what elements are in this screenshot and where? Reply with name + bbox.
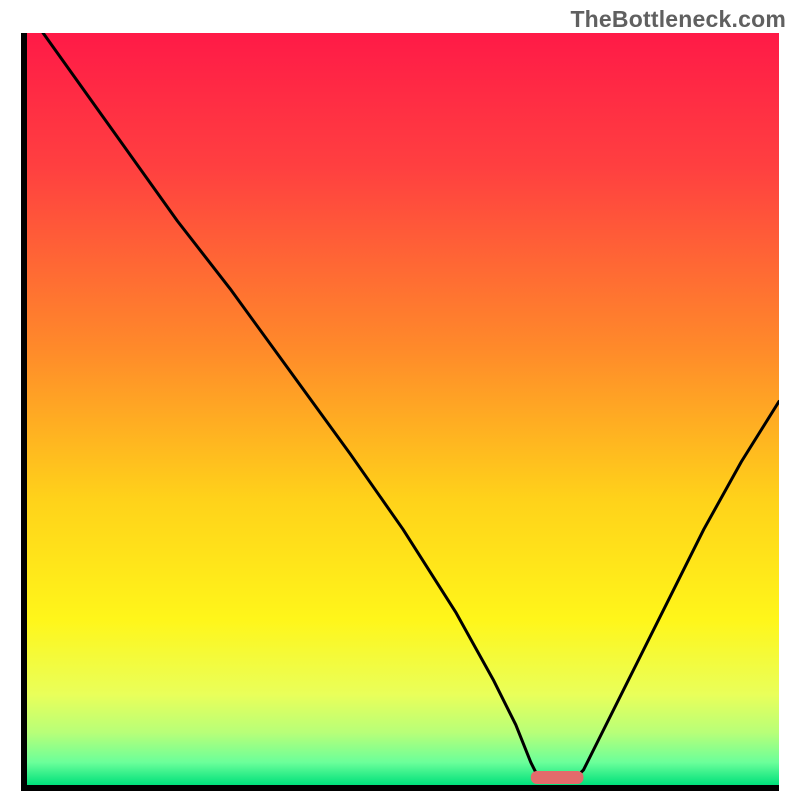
chart-svg [27,33,779,785]
watermark-text: TheBottleneck.com [570,6,786,33]
chart-container: TheBottleneck.com [0,0,800,800]
optimal-band-marker [531,771,584,784]
background-heatmap [27,33,779,785]
plot-area [27,33,779,785]
